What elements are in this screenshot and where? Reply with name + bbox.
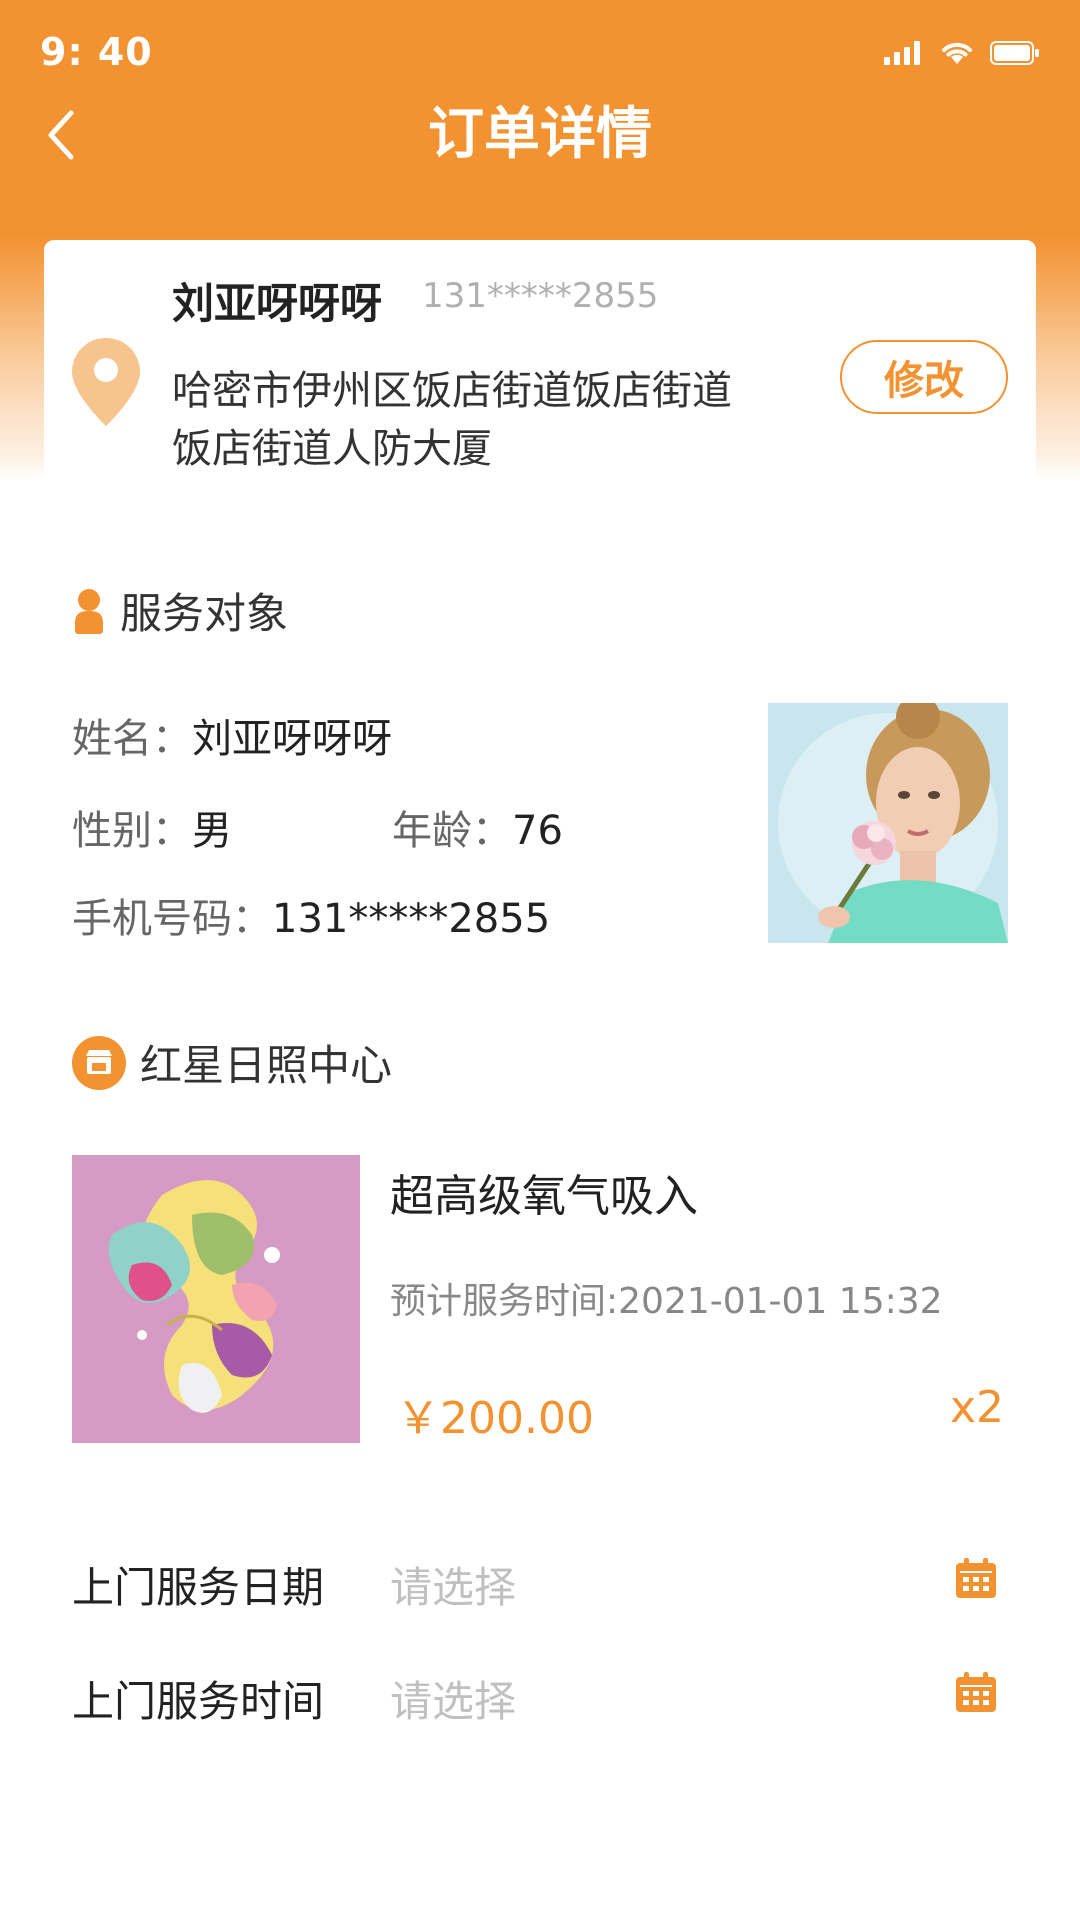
product-price: ￥200.00 xyxy=(396,1393,594,1444)
target-age-row: 年龄：76 xyxy=(392,798,563,856)
service-time-placeholder: 请选择 xyxy=(390,1677,517,1726)
target-name-value: 刘亚呀呀呀 xyxy=(192,716,392,762)
service-date-label: 上门服务日期 xyxy=(72,1563,325,1612)
service-date-row[interactable]: 上门服务日期 请选择 xyxy=(72,1542,1008,1622)
store-header: 红星日照中心 xyxy=(72,1032,392,1093)
contact-name: 刘亚呀呀呀 xyxy=(172,279,383,328)
location-pin-icon xyxy=(72,338,140,426)
store-icon xyxy=(72,1035,126,1090)
product-quantity: x2 xyxy=(949,1382,1004,1433)
wifi-icon xyxy=(942,42,972,64)
service-date-placeholder: 请选择 xyxy=(390,1563,517,1612)
address-card: 刘亚呀呀呀 131*****2855 哈密市伊州区饭店街道饭店街道 饭店街道人防… xyxy=(44,240,1036,480)
product-image[interactable] xyxy=(72,1155,360,1443)
battery-icon xyxy=(990,41,1039,65)
page-title: 订单详情 xyxy=(428,102,652,167)
address-line-1: 哈密市伊州区饭店街道饭店街道 xyxy=(172,368,732,414)
target-gender-row: 性别：男 xyxy=(72,798,232,856)
order-detail-page: 9: 40 订单详情 刘亚呀呀呀 131*****2855 哈密市伊州区饭店街道… xyxy=(0,0,1080,1920)
service-time-row[interactable]: 上门服务时间 请选择 xyxy=(72,1656,1008,1736)
status-time: 9: 40 xyxy=(40,30,153,74)
status-icons xyxy=(884,40,1040,66)
target-name-row: 姓名：刘亚呀呀呀 xyxy=(72,706,392,764)
target-gender-value: 男 xyxy=(192,808,232,854)
person-icon xyxy=(75,588,103,634)
address-text: 哈密市伊州区饭店街道饭店街道 饭店街道人防大厦 xyxy=(172,362,772,478)
target-phone-row: 手机号码：131*****2855 xyxy=(72,886,550,944)
edit-address-button[interactable]: 修改 xyxy=(840,340,1008,414)
target-age-value: 76 xyxy=(512,808,563,854)
expected-service-time: 预计服务时间:2021-01-01 15:32 xyxy=(390,1281,943,1322)
contact-phone: 131*****2855 xyxy=(422,276,659,316)
target-gender-label: 性别： xyxy=(72,808,192,854)
store-name: 红星日照中心 xyxy=(140,1041,393,1090)
calendar-icon xyxy=(956,1672,996,1712)
service-time-label: 上门服务时间 xyxy=(72,1677,325,1726)
address-line-2: 饭店街道人防大厦 xyxy=(172,426,492,472)
target-phone-label: 手机号码： xyxy=(72,896,272,942)
target-name-label: 姓名： xyxy=(72,716,192,762)
product-name: 超高级氧气吸入 xyxy=(390,1171,698,1222)
avatar xyxy=(768,703,1008,943)
service-target-header: 服务对象 xyxy=(72,580,288,641)
calendar-icon xyxy=(956,1558,996,1598)
signal-icon xyxy=(884,41,920,65)
service-target-title: 服务对象 xyxy=(120,589,289,638)
status-bar: 9: 40 xyxy=(0,0,1080,110)
target-phone-value: 131*****2855 xyxy=(272,896,551,942)
target-age-label: 年龄： xyxy=(392,808,512,854)
